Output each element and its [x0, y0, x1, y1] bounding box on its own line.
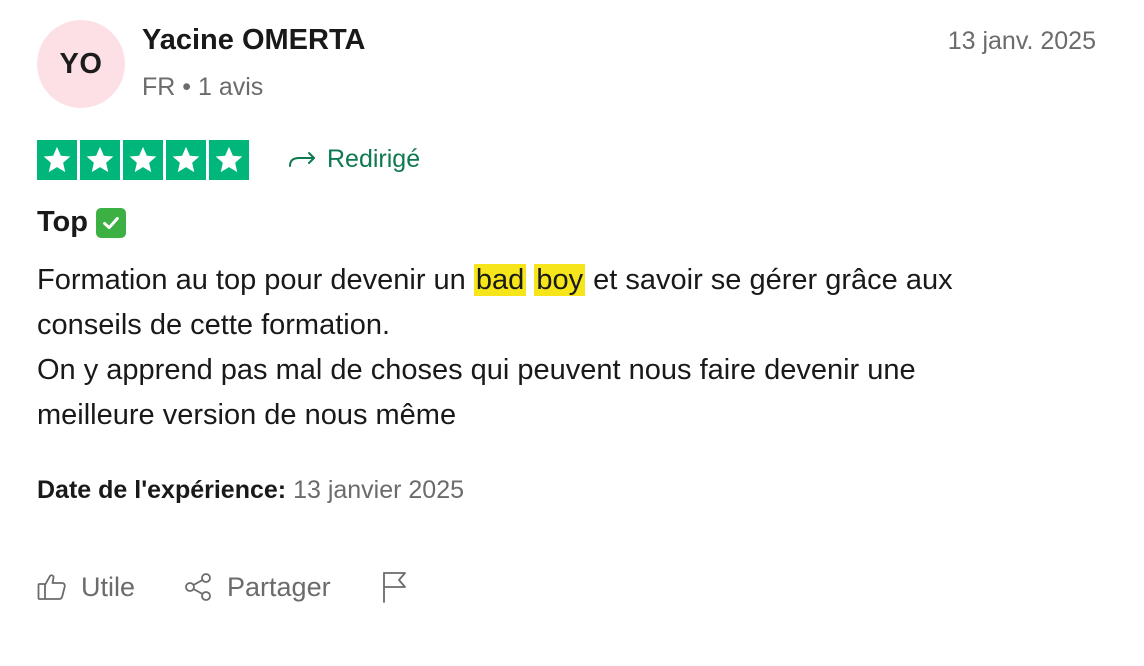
review-title-text: Top: [37, 206, 88, 238]
star-icon: [166, 140, 206, 180]
star-icon: [123, 140, 163, 180]
review-body-line: On y apprend pas mal de choses qui peuve…: [37, 354, 916, 386]
flag-icon: [379, 570, 409, 604]
review-body-line: meilleure version de nous même: [37, 399, 457, 431]
experience-date: Date de l'expérience: 13 janvier 2025: [37, 476, 464, 505]
star-rating: [37, 140, 249, 180]
share-icon: [183, 572, 213, 602]
star-icon: [37, 140, 77, 180]
share-button[interactable]: Partager: [183, 572, 331, 603]
review-date: 13 janv. 2025: [947, 27, 1096, 55]
experience-date-label: Date de l'expérience:: [37, 476, 287, 504]
review-body: Formation au top pour devenir un bad boy…: [37, 258, 1112, 438]
author-meta: FR • 1 avis: [142, 73, 264, 101]
star-icon: [80, 140, 120, 180]
review-body-line: Formation au top pour devenir un bad boy…: [37, 258, 1112, 303]
redirect-arrow-icon: [287, 148, 319, 172]
avatar-initials: YO: [59, 47, 103, 80]
star-icon: [209, 140, 249, 180]
redirected-text: Redirigé: [327, 145, 421, 173]
review-body-line: conseils de cette formation.: [37, 309, 391, 341]
review-title: Top: [37, 206, 126, 239]
redirected-label[interactable]: Redirigé: [287, 145, 420, 174]
thumbs-up-icon: [37, 573, 67, 601]
useful-button[interactable]: Utile: [37, 572, 135, 603]
review-actions: Utile Partager: [37, 570, 409, 604]
useful-label: Utile: [81, 571, 136, 602]
share-label: Partager: [227, 571, 331, 602]
author-name[interactable]: Yacine OMERTA: [142, 24, 365, 57]
highlighted-word: boy: [534, 264, 586, 296]
report-button[interactable]: [379, 570, 409, 604]
avatar[interactable]: YO: [37, 20, 125, 108]
highlighted-word: bad: [473, 264, 527, 296]
review-card: YO Yacine OMERTA FR • 1 avis 13 janv. 20…: [0, 0, 1144, 666]
review-text-segment: Formation au top pour devenir un: [37, 264, 474, 296]
experience-date-value: 13 janvier 2025: [293, 476, 465, 504]
review-text-segment: et savoir se gérer grâce aux: [585, 264, 953, 296]
check-mark-button-icon: [96, 207, 126, 238]
